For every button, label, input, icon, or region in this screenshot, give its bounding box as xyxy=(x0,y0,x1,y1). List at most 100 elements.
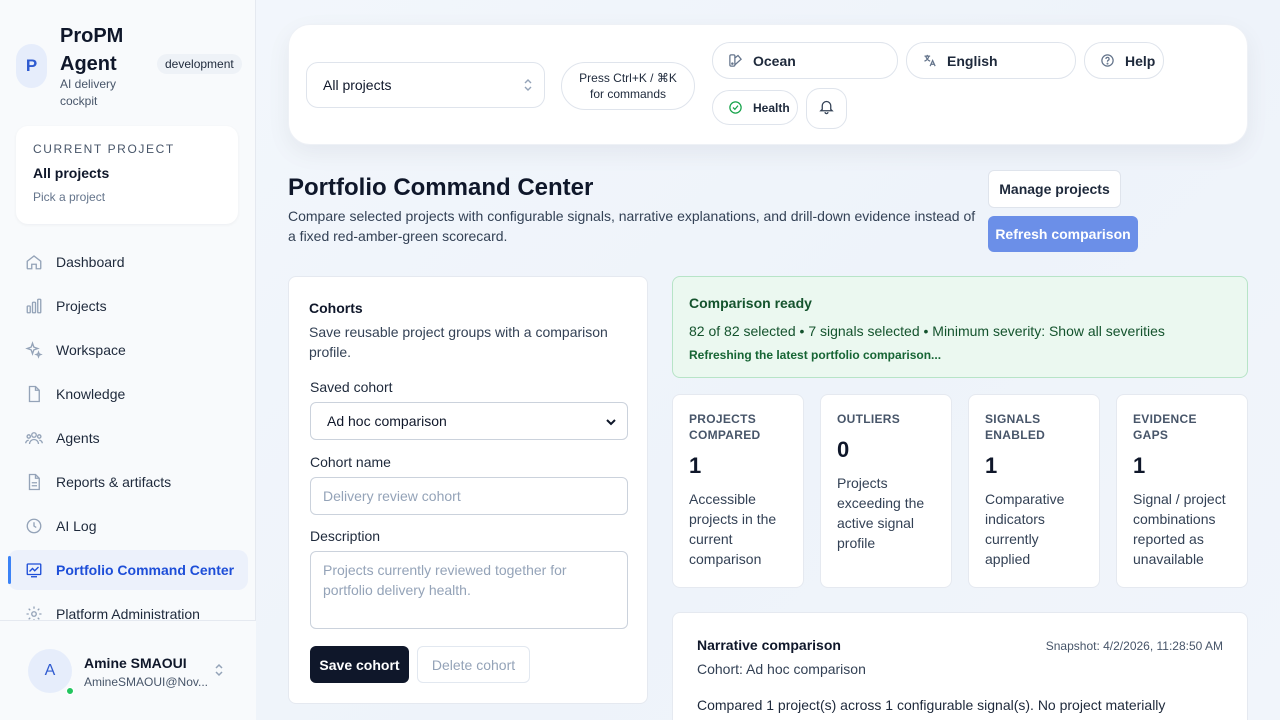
saved-cohort-select[interactable]: Ad hoc comparison xyxy=(310,402,628,440)
description-label: Description xyxy=(310,528,381,544)
notifications-button[interactable] xyxy=(806,88,847,129)
trend-chart-icon xyxy=(24,560,44,580)
manage-projects-button[interactable]: Manage projects xyxy=(988,170,1121,208)
theme-selector[interactable]: Ocean xyxy=(712,42,898,79)
metric-card-outliers: OUTLIERS 0 Projects exceeding the active… xyxy=(820,394,952,588)
page-description: Compare selected projects with configura… xyxy=(288,208,976,244)
metric-card-signals-enabled: SIGNALS ENABLED 1 Comparative indicators… xyxy=(968,394,1100,588)
cohorts-title: Cohorts xyxy=(309,300,363,316)
chevron-up-down-icon xyxy=(213,661,225,679)
sidebar-item-portfolio-command-center[interactable]: Portfolio Command Center xyxy=(8,550,248,590)
sidebar-item-label: Knowledge xyxy=(56,386,126,402)
chevron-up-down-icon xyxy=(524,78,532,92)
metric-card-evidence-gaps: EVIDENCE GAPS 1 Signal / project combina… xyxy=(1116,394,1248,588)
sidebar-item-label: AI Log xyxy=(56,518,97,534)
narrative-comparison-card: Narrative comparison Snapshot: 4/2/2026,… xyxy=(672,612,1248,720)
brand-logo: P xyxy=(16,44,47,88)
sidebar-item-label: Agents xyxy=(56,430,100,446)
current-project-card[interactable]: CURRENT PROJECT All projects Pick a proj… xyxy=(16,126,238,224)
metric-label: SIGNALS ENABLED xyxy=(985,412,1046,442)
metric-label: EVIDENCE GAPS xyxy=(1133,412,1197,442)
file-text-icon xyxy=(24,472,44,492)
cohorts-card: Cohorts Save reusable project groups wit… xyxy=(288,276,648,704)
top-bar: All projects Press Ctrl+K / ⌘K for comma… xyxy=(288,24,1248,145)
clock-icon xyxy=(24,516,44,536)
sidebar-item-label: Dashboard xyxy=(56,254,125,270)
palette-icon xyxy=(727,53,743,69)
refresh-comparison-button[interactable]: Refresh comparison xyxy=(988,216,1138,252)
narrative-cohort: Cohort: Ad hoc comparison xyxy=(697,661,866,677)
sidebar-item-agents[interactable]: Agents xyxy=(8,418,248,458)
cohort-name-label: Cohort name xyxy=(310,454,391,470)
status-summary: 82 of 82 selected • 7 signals selected •… xyxy=(689,323,1165,339)
document-icon xyxy=(24,384,44,404)
sidebar-item-dashboard[interactable]: Dashboard xyxy=(8,242,248,282)
save-cohort-button[interactable]: Save cohort xyxy=(310,646,409,683)
help-button[interactable]: Help xyxy=(1084,42,1164,79)
metric-label: OUTLIERS xyxy=(837,412,901,426)
delete-cohort-button[interactable]: Delete cohort xyxy=(417,646,530,683)
metric-value: 1 xyxy=(1133,453,1146,478)
sidebar-item-label: Workspace xyxy=(56,342,126,358)
sidebar-item-workspace[interactable]: Workspace xyxy=(8,330,248,370)
project-select[interactable]: All projects xyxy=(306,62,545,108)
avatar: A xyxy=(28,649,72,693)
saved-cohort-label: Saved cohort xyxy=(310,379,393,395)
narrative-body: Compared 1 project(s) across 1 configura… xyxy=(697,697,1166,720)
metric-value: 1 xyxy=(985,453,998,478)
brand: P ProPM Agent AI delivery cockpit develo… xyxy=(16,22,242,112)
metric-description: Projects exceeding the active signal pro… xyxy=(837,475,925,551)
chevron-down-icon xyxy=(605,415,617,427)
brand-tagline: AI delivery cockpit xyxy=(60,77,117,108)
project-select-value: All projects xyxy=(323,77,392,93)
presence-indicator xyxy=(66,687,74,695)
snapshot-timestamp: Snapshot: 4/2/2026, 11:28:50 AM xyxy=(1045,639,1223,653)
language-selector[interactable]: English xyxy=(906,42,1076,79)
help-circle-icon xyxy=(1099,53,1115,69)
sidebar: P ProPM Agent AI delivery cockpit develo… xyxy=(0,0,256,720)
health-label: Health xyxy=(753,100,790,115)
sidebar-item-label: Projects xyxy=(56,298,107,314)
bar-chart-icon xyxy=(24,296,44,316)
sidebar-nav: Dashboard Projects Workspace Knowledge A… xyxy=(8,242,248,622)
sparkles-icon xyxy=(24,340,44,360)
status-refreshing: Refreshing the latest portfolio comparis… xyxy=(689,348,942,362)
bell-icon xyxy=(818,98,835,120)
brand-name: ProPM Agent xyxy=(60,25,124,75)
sidebar-item-label: Portfolio Command Center xyxy=(56,562,235,578)
sidebar-item-knowledge[interactable]: Knowledge xyxy=(8,374,248,414)
metric-description: Comparative indicators currently applied xyxy=(985,491,1065,567)
metric-description: Signal / project combinations reported a… xyxy=(1133,491,1226,567)
sidebar-item-label: Reports & artifacts xyxy=(56,474,172,490)
sidebar-item-projects[interactable]: Projects xyxy=(8,286,248,326)
metric-description: Accessible projects in the current compa… xyxy=(689,491,777,567)
language-label: English xyxy=(947,52,998,69)
current-project-value: All projects xyxy=(33,165,110,181)
sidebar-item-reports[interactable]: Reports & artifacts xyxy=(8,462,248,502)
translate-icon xyxy=(921,53,937,69)
page-title: Portfolio Command Center xyxy=(288,174,594,201)
comparison-status-banner: Comparison ready 82 of 82 selected • 7 s… xyxy=(672,276,1248,378)
description-textarea[interactable] xyxy=(310,551,628,629)
user-email: AmineSMAOUI@Nov... xyxy=(84,675,208,689)
user-menu[interactable]: A Amine SMAOUI AmineSMAOUI@Nov... xyxy=(0,620,256,720)
cohorts-subtitle: Save reusable project groups with a comp… xyxy=(309,324,608,360)
theme-label: Ocean xyxy=(753,52,796,69)
metric-card-projects-compared: PROJECTS COMPARED 1 Accessible projects … xyxy=(672,394,804,588)
home-icon xyxy=(24,252,44,272)
sidebar-item-platform-administration[interactable]: Platform Administration xyxy=(8,594,248,622)
metric-value: 0 xyxy=(837,437,850,462)
help-label: Help xyxy=(1125,52,1156,69)
command-palette-button[interactable]: Press Ctrl+K / ⌘K for commands xyxy=(561,62,695,110)
saved-cohort-value: Ad hoc comparison xyxy=(327,413,447,429)
cohort-name-input[interactable] xyxy=(310,477,628,515)
sidebar-item-ai-log[interactable]: AI Log xyxy=(8,506,248,546)
check-circle-icon xyxy=(727,100,743,116)
health-button[interactable]: Health xyxy=(712,90,798,125)
metric-value: 1 xyxy=(689,453,702,478)
current-project-caption: CURRENT PROJECT xyxy=(33,142,175,156)
current-project-hint: Pick a project xyxy=(33,190,106,204)
status-title: Comparison ready xyxy=(689,295,812,311)
environment-badge: development xyxy=(157,54,242,74)
users-icon xyxy=(24,428,44,448)
